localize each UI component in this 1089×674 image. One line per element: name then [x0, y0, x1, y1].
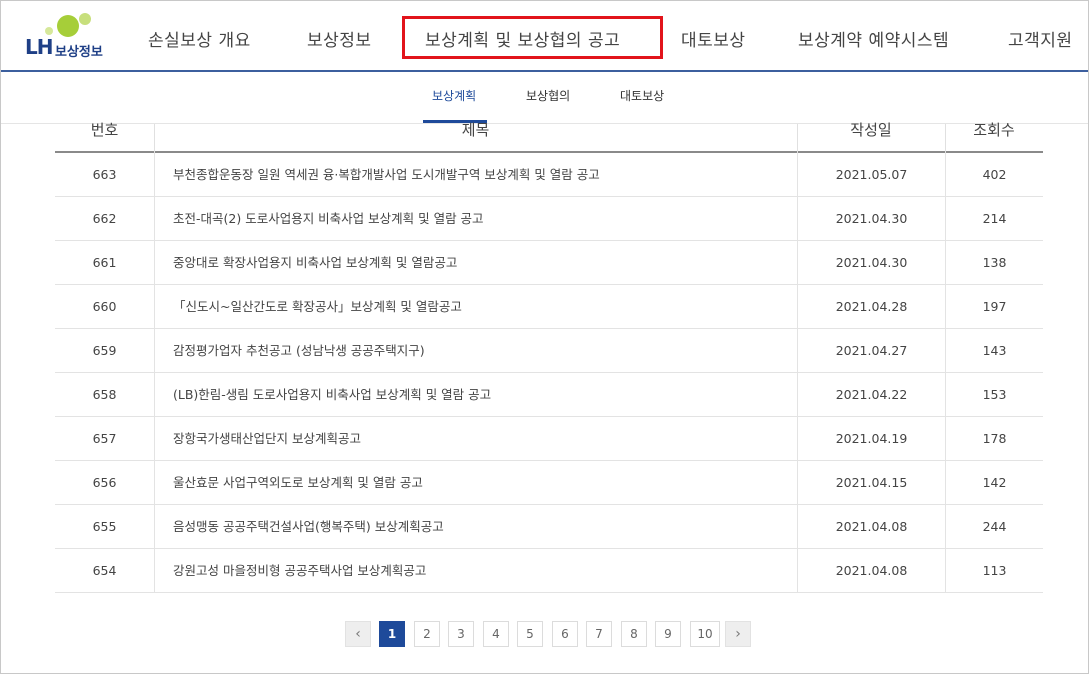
page-3-button[interactable]: 3 [448, 621, 474, 647]
table-row: 660 「신도시~일산간도로 확장공사」보상계획 및 열람공고 2021.04.… [55, 285, 1043, 329]
page-1-button[interactable]: 1 [379, 621, 405, 647]
row-views: 113 [945, 549, 1043, 592]
table-header: 번호 제목 작성일 조회수 [55, 109, 1043, 153]
header-title: 제목 [461, 121, 490, 139]
table-row: 654 강원고성 마을정비형 공공주택사업 보상계획공고 2021.04.08 … [55, 549, 1043, 593]
row-date: 2021.04.08 [797, 505, 945, 548]
page-8-button[interactable]: 8 [621, 621, 647, 647]
row-views: 138 [945, 241, 1043, 284]
nav-loss-compensation-overview[interactable]: 손실보상 개요 [148, 26, 251, 51]
page-5-button[interactable]: 5 [517, 621, 543, 647]
row-number: 656 [92, 475, 117, 490]
logo-text: LH [25, 35, 54, 59]
row-views: 244 [945, 505, 1043, 548]
row-views: 142 [945, 461, 1043, 504]
page-4-button[interactable]: 4 [483, 621, 509, 647]
header-number: 번호 [90, 121, 119, 139]
row-title-link[interactable]: 감정평가업자 추천공고 (성남낙생 공공주택지구) [154, 329, 797, 372]
row-title-link[interactable]: 강원고성 마을정비형 공공주택사업 보상계획공고 [154, 549, 797, 592]
row-title-link[interactable]: 음성맹동 공공주택건설사업(행복주택) 보상계획공고 [154, 505, 797, 548]
row-date: 2021.04.30 [797, 241, 945, 284]
next-page-button[interactable]: › [725, 621, 751, 647]
prev-page-button[interactable]: ‹ [345, 621, 371, 647]
row-date: 2021.04.22 [797, 373, 945, 416]
nav-contract-reservation[interactable]: 보상계약 예약시스템 [798, 26, 949, 51]
row-number: 658 [92, 387, 117, 402]
row-title-link[interactable]: 울산효문 사업구역외도로 보상계획 및 열람 공고 [154, 461, 797, 504]
nav-compensation-info[interactable]: 보상정보 [307, 26, 372, 51]
page-frame: LH 보상정보 손실보상 개요 보상정보 보상계획 및 보상협의 공고 대토보상… [0, 0, 1089, 674]
row-number: 655 [92, 519, 117, 534]
table-row: 661 중앙대로 확장사업용지 비축사업 보상계획 및 열람공고 2021.04… [55, 241, 1043, 285]
site-header: LH 보상정보 손실보상 개요 보상정보 보상계획 및 보상협의 공고 대토보상… [1, 1, 1088, 72]
subnav-compensation-consultation[interactable]: 보상협의 [526, 87, 570, 104]
row-title-link[interactable]: 장항국가생태산업단지 보상계획공고 [154, 417, 797, 460]
row-views: 153 [945, 373, 1043, 416]
row-date: 2021.05.07 [797, 153, 945, 196]
row-views: 143 [945, 329, 1043, 372]
row-date: 2021.04.19 [797, 417, 945, 460]
row-date: 2021.04.08 [797, 549, 945, 592]
row-date: 2021.04.27 [797, 329, 945, 372]
row-date: 2021.04.30 [797, 197, 945, 240]
page-7-button[interactable]: 7 [586, 621, 612, 647]
nav-customer-support[interactable]: 고객지원 [1008, 26, 1073, 51]
row-number: 657 [92, 431, 117, 446]
table-row: 663 부천종합운동장 일원 역세권 융·복합개발사업 도시개발구역 보상계획 … [55, 153, 1043, 197]
table-row: 659 감정평가업자 추천공고 (성남낙생 공공주택지구) 2021.04.27… [55, 329, 1043, 373]
row-views: 178 [945, 417, 1043, 460]
lh-logo[interactable]: LH 보상정보 [25, 13, 125, 60]
page-9-button[interactable]: 9 [655, 621, 681, 647]
table-row: 658 (LB)한림-생림 도로사업용지 비축사업 보상계획 및 열람 공고 2… [55, 373, 1043, 417]
row-title-link[interactable]: 중앙대로 확장사업용지 비축사업 보상계획 및 열람공고 [154, 241, 797, 284]
page-6-button[interactable]: 6 [552, 621, 578, 647]
row-title-link[interactable]: 초전-대곡(2) 도로사업용지 비축사업 보상계획 및 열람 공고 [154, 197, 797, 240]
header-date: 작성일 [850, 121, 892, 139]
subnav-compensation-plan[interactable]: 보상계획 [432, 87, 476, 104]
row-title-link[interactable]: (LB)한림-생림 도로사업용지 비축사업 보상계획 및 열람 공고 [154, 373, 797, 416]
row-views: 197 [945, 285, 1043, 328]
logo-dot-small [45, 27, 53, 35]
row-number: 659 [92, 343, 117, 358]
table-row: 657 장항국가생태산업단지 보상계획공고 2021.04.19 178 [55, 417, 1043, 461]
row-title-link[interactable]: 부천종합운동장 일원 역세권 융·복합개발사업 도시개발구역 보상계획 및 열람… [154, 153, 797, 196]
highlight-box [402, 16, 663, 59]
row-number: 661 [92, 255, 117, 270]
row-date: 2021.04.15 [797, 461, 945, 504]
nav-land-compensation[interactable]: 대토보상 [681, 26, 746, 51]
logo-dot-medium [79, 13, 91, 25]
row-title-link[interactable]: 「신도시~일산간도로 확장공사」보상계획 및 열람공고 [154, 285, 797, 328]
logo-dot-large [57, 15, 79, 37]
row-date: 2021.04.28 [797, 285, 945, 328]
table-row: 662 초전-대곡(2) 도로사업용지 비축사업 보상계획 및 열람 공고 20… [55, 197, 1043, 241]
row-number: 660 [92, 299, 117, 314]
table-row: 655 음성맹동 공공주택건설사업(행복주택) 보상계획공고 2021.04.0… [55, 505, 1043, 549]
row-number: 663 [92, 167, 117, 182]
header-views: 조회수 [973, 121, 1015, 139]
table-row: 656 울산효문 사업구역외도로 보상계획 및 열람 공고 2021.04.15… [55, 461, 1043, 505]
row-number: 654 [92, 563, 117, 578]
row-number: 662 [92, 211, 117, 226]
page-2-button[interactable]: 2 [414, 621, 440, 647]
subnav-land-compensation[interactable]: 대토보상 [620, 87, 664, 104]
logo-subtitle: 보상정보 [55, 45, 103, 60]
page-10-button[interactable]: 10 [690, 621, 720, 647]
row-views: 214 [945, 197, 1043, 240]
row-views: 402 [945, 153, 1043, 196]
